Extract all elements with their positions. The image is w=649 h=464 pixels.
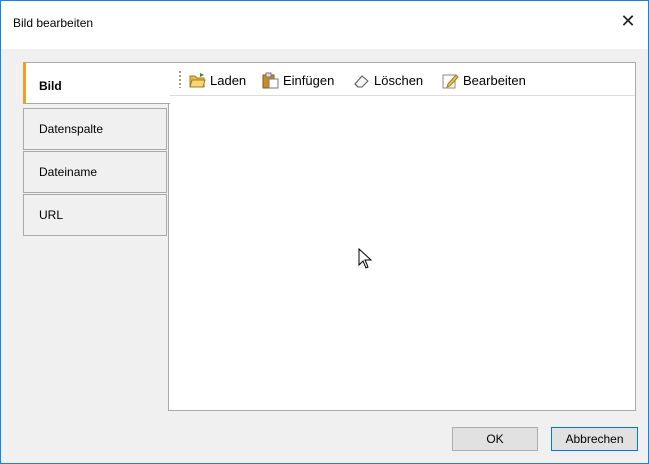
tab-url[interactable]: URL [23, 194, 167, 236]
cancel-button[interactable]: Abbrechen [551, 427, 638, 451]
load-button[interactable]: Laden [189, 71, 246, 89]
eraser-icon [354, 74, 369, 87]
load-label: Laden [210, 72, 247, 88]
tab-label: URL [39, 208, 64, 222]
image-panel: Laden Einfügen Löschen Bearbeiten [168, 62, 636, 411]
ok-label: OK [486, 432, 504, 446]
cancel-label: Abbrechen [565, 432, 624, 446]
ok-button[interactable]: OK [452, 427, 538, 451]
pencil-edit-icon [442, 73, 459, 88]
tab-label: Datenspalte [39, 122, 104, 136]
tab-dateiname[interactable]: Dateiname [23, 151, 167, 193]
tab-datenspalte[interactable]: Datenspalte [23, 108, 167, 150]
tab-label: Dateiname [39, 165, 98, 179]
window-title: Bild bearbeiten [13, 16, 94, 30]
paste-label: Einfügen [283, 72, 335, 88]
folder-open-icon [189, 72, 206, 87]
edit-button[interactable]: Bearbeiten [442, 71, 526, 89]
dialog-window: Bild bearbeiten ✕ Bild Datenspalte Datei… [0, 0, 649, 464]
title-bar: Bild bearbeiten ✕ [1, 1, 648, 49]
tab-label: Bild [39, 79, 62, 93]
toolbar-grip[interactable] [179, 71, 181, 88]
paste-button[interactable]: Einfügen [262, 71, 334, 89]
mouse-pointer-icon [358, 248, 372, 269]
image-toolbar: Laden Einfügen Löschen Bearbeiten [169, 63, 635, 96]
delete-label: Löschen [374, 72, 424, 88]
tab-bild[interactable]: Bild [23, 62, 170, 104]
edit-label: Bearbeiten [463, 72, 526, 88]
delete-button[interactable]: Löschen [353, 71, 423, 89]
close-icon: ✕ [620, 11, 636, 31]
close-button[interactable]: ✕ [608, 7, 648, 37]
clipboard-paste-icon [262, 72, 279, 88]
